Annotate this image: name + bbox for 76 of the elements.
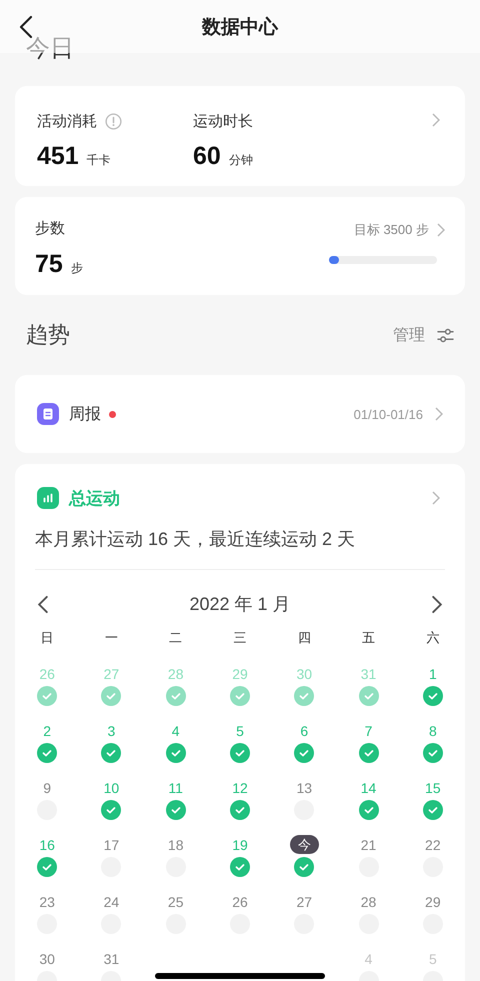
day-number[interactable]: 27	[104, 664, 120, 684]
day-number[interactable]: 2	[43, 721, 52, 741]
day-number[interactable]: 16	[39, 835, 55, 855]
day-number[interactable]: 30	[39, 949, 55, 969]
metric-unit: 分钟	[228, 152, 253, 169]
card-title: 总运动	[69, 488, 120, 510]
metric-unit: 步	[70, 260, 83, 277]
day-number[interactable]: 19	[232, 835, 248, 855]
weekly-report-card[interactable]: 周报 01/10-01/16	[15, 375, 465, 453]
weekday-label: 四	[298, 629, 311, 647]
day-number[interactable]: 18	[168, 835, 184, 855]
day-number[interactable]: 23	[39, 892, 55, 912]
metric-value: 451	[37, 142, 79, 171]
report-icon	[37, 403, 59, 425]
day-number[interactable]: 24	[104, 892, 120, 912]
day-number[interactable]: 25	[168, 892, 184, 912]
day-number[interactable]: 26	[39, 664, 55, 684]
weekday-label: 六	[426, 629, 440, 647]
day-number[interactable]: 4	[364, 949, 372, 969]
day-number[interactable]: 10	[104, 778, 120, 798]
day-number[interactable]: 6	[300, 721, 308, 741]
previous-month-icon[interactable]	[37, 594, 49, 614]
page-title: 数据中心	[202, 16, 278, 40]
day-number[interactable]: 17	[104, 835, 120, 855]
sliders-icon[interactable]	[437, 328, 454, 342]
chevron-icon	[435, 407, 443, 421]
metric-label: 运动时长	[193, 112, 253, 130]
day-number[interactable]: 12	[232, 778, 248, 798]
day-number[interactable]: 28	[360, 892, 376, 912]
day-number[interactable]: 27	[296, 892, 312, 912]
day-number[interactable]: 13	[296, 778, 312, 798]
metric-value: 75	[35, 250, 63, 279]
chevron-icon	[437, 223, 445, 237]
day-number[interactable]: 31	[360, 664, 376, 684]
weekday-label: 三	[233, 629, 246, 647]
weekday-label: 五	[362, 629, 376, 647]
day-number[interactable]: 11	[168, 778, 183, 798]
day-number[interactable]: 3	[108, 721, 116, 741]
day-number[interactable]: 30	[296, 664, 312, 684]
steps-card[interactable]: 步数 75 步 目标 3500 步	[15, 197, 465, 295]
chevron-icon	[432, 113, 440, 127]
bar-chart-icon	[37, 487, 59, 509]
report-title: 周报	[69, 404, 101, 424]
day-number[interactable]: 15	[425, 778, 441, 798]
activity-card[interactable]: 活动消耗 451 千卡 运动时长 60 分钟	[15, 86, 465, 186]
day-number[interactable]: 7	[364, 721, 372, 741]
day-number[interactable]: 4	[172, 721, 180, 741]
day-number[interactable]: 28	[168, 664, 184, 684]
section-title: 今日	[26, 35, 74, 62]
month-title: 2022 年 1 月	[189, 593, 291, 616]
metric-value: 60	[193, 142, 221, 171]
metric-label: 步数	[35, 220, 65, 237]
date-range: 01/10-01/16	[354, 406, 423, 422]
day-number[interactable]: 29	[425, 892, 441, 912]
day-number[interactable]: 1	[428, 664, 437, 684]
day-number[interactable]: 5	[236, 721, 244, 741]
metric-unit: 千卡	[86, 152, 111, 169]
day-number[interactable]: 29	[232, 664, 248, 684]
weekday-label: 日	[40, 629, 54, 647]
day-number[interactable]: 21	[360, 835, 376, 855]
section-title: 趋势	[26, 321, 71, 349]
manage-link[interactable]: 管理	[393, 324, 425, 346]
weekday-label: 二	[169, 629, 182, 647]
day-number[interactable]: 26	[232, 892, 248, 912]
day-number[interactable]: 9	[43, 778, 52, 798]
weekday-label: 一	[104, 629, 118, 647]
metric-label: 活动消耗	[37, 112, 97, 130]
next-month-icon[interactable]	[431, 594, 443, 614]
day-number[interactable]: 5	[428, 949, 437, 969]
goal-text: 目标 3500 步	[354, 221, 429, 239]
day-number[interactable]: 31	[104, 949, 120, 969]
today-badge[interactable]: 今	[290, 835, 319, 854]
day-number[interactable]: 22	[425, 835, 441, 855]
summary-text: 本月累计运动 16 天，最近连续运动 2 天	[34, 528, 356, 551]
day-number[interactable]: 8	[428, 721, 437, 741]
day-number[interactable]: 14	[360, 778, 376, 798]
